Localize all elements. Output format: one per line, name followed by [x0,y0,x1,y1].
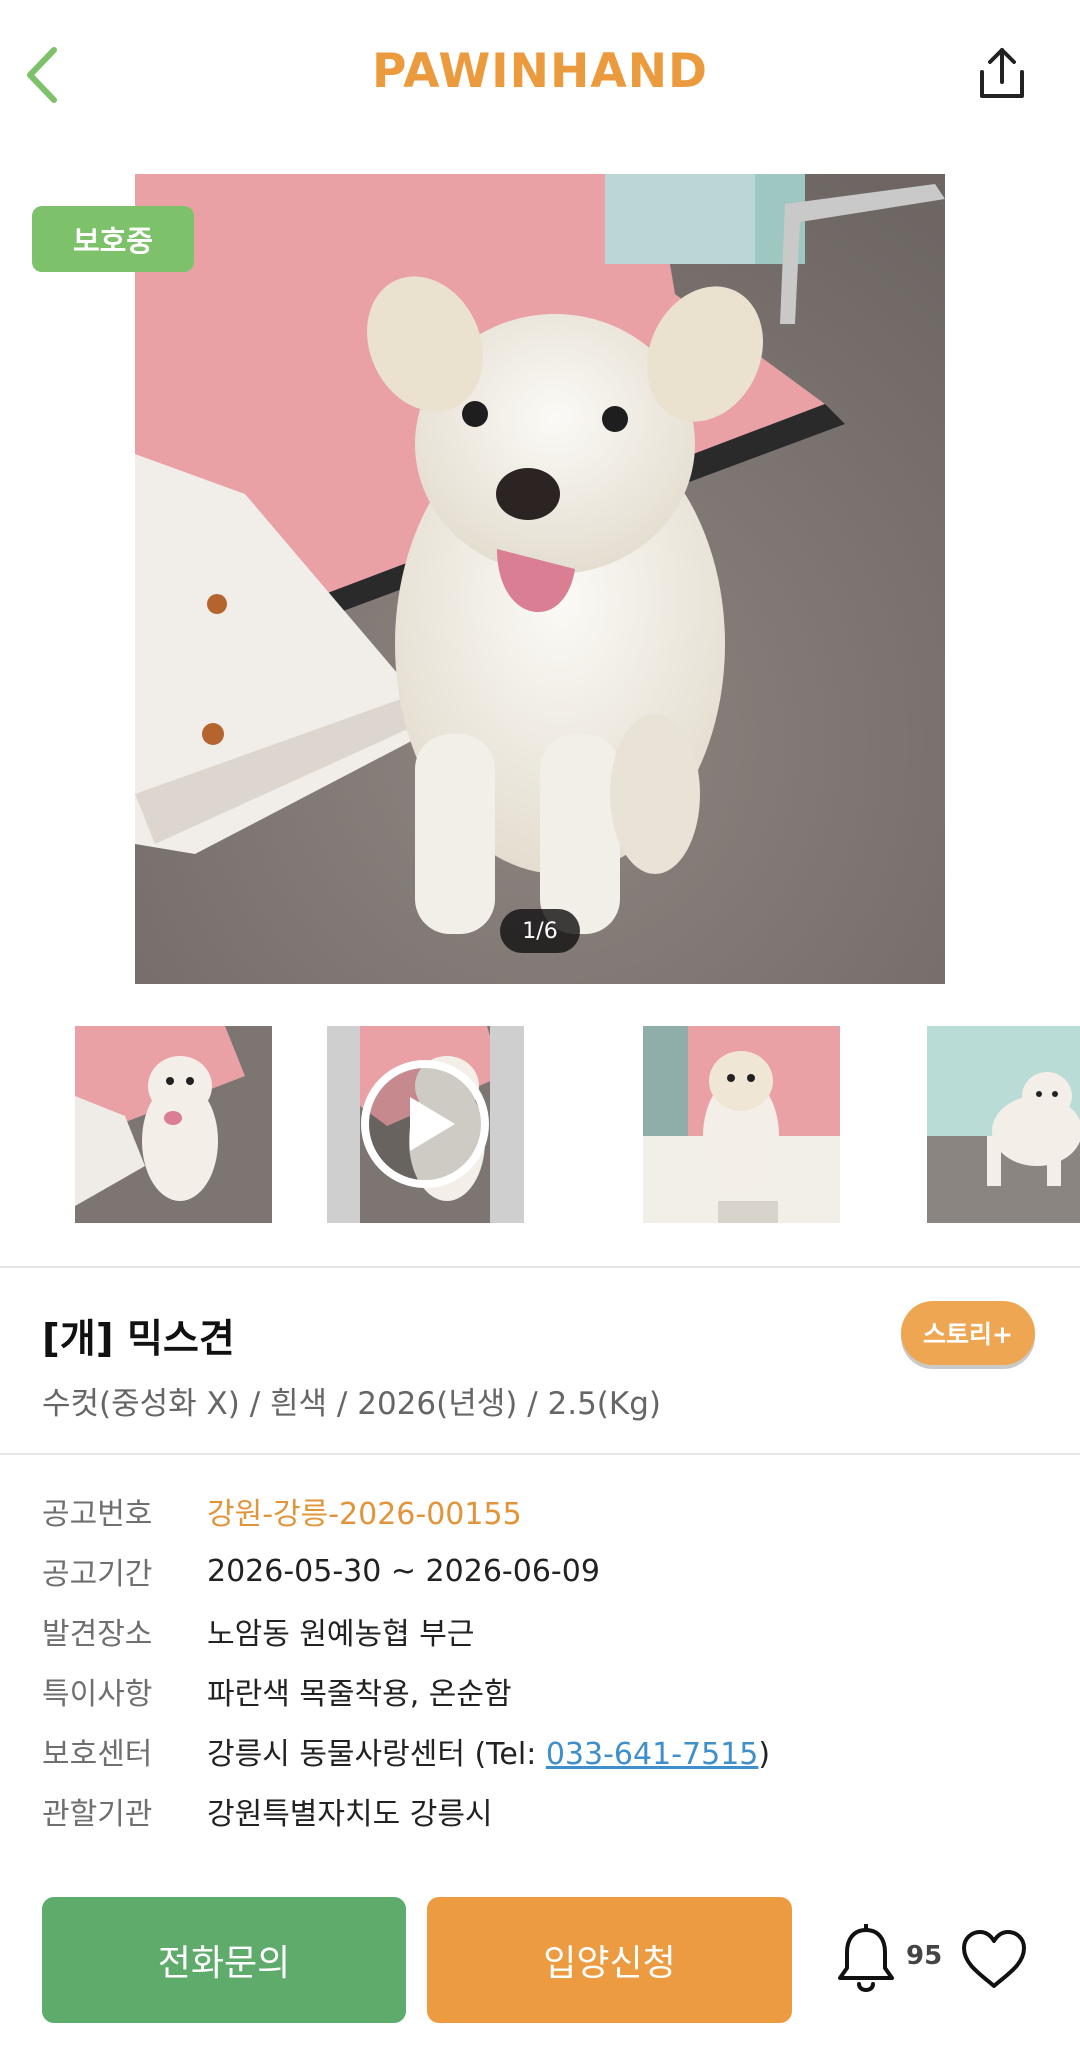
thumbnail-3[interactable] [643,1026,840,1223]
animal-title: [개] 믹스견 [42,1317,235,1362]
bell-count: 95 [906,1941,943,1971]
thumbnail-1[interactable] [75,1026,272,1223]
heart-icon[interactable] [960,1928,1028,1992]
info-row-notice-number: 공고번호 강원-강릉-2026-00155 [42,1486,522,1536]
info-label: 특이사항 [42,1677,153,1712]
info-label: 발견장소 [42,1617,153,1652]
info-row-found-location: 발견장소 노암동 원예농협 부근 [42,1606,474,1656]
thumbnail-2-video[interactable] [327,1026,524,1223]
app-header: PAWINHAND [0,0,1080,150]
thumbnail-4[interactable] [927,1026,1080,1223]
play-icon [361,1060,489,1188]
app-logo: PAWINHAND [371,44,709,99]
dog-photo [135,174,945,984]
info-row-shelter: 보호센터 강릉시 동물사랑센터 (Tel: 033-641-7515) [42,1726,770,1776]
info-value: 노암동 원예농협 부근 [207,1617,475,1652]
info-value: 강원-강릉-2026-00155 [207,1497,522,1532]
info-row-notice-period: 공고기간 2026-05-30 ~ 2026-06-09 [42,1546,600,1596]
thumbnail-image [927,1026,1080,1223]
info-value: 2026-05-30 ~ 2026-06-09 [207,1553,600,1589]
shelter-suffix: ) [758,1737,771,1772]
info-value: 강원특별자치도 강릉시 [207,1797,493,1832]
phone-link[interactable]: 033-641-7515 [546,1737,759,1772]
info-value: 강릉시 동물사랑센터 (Tel: 033-641-7515) [207,1729,770,1773]
thumbnail-image [75,1026,272,1223]
info-row-notes: 특이사항 파란색 목줄착용, 온순함 [42,1666,512,1716]
info-row-jurisdiction: 관할기관 강원특별자치도 강릉시 [42,1786,493,1836]
info-value: 파란색 목줄착용, 온순함 [207,1677,512,1712]
divider [0,1453,1080,1455]
info-label: 공고기간 [42,1557,153,1592]
call-inquiry-button[interactable]: 전화문의 [42,1897,406,2023]
info-label: 보호센터 [42,1737,153,1772]
info-label: 관할기관 [42,1797,153,1832]
shelter-name: 강릉시 동물사랑센터 (Tel: [207,1737,546,1772]
story-button[interactable]: 스토리+ [901,1301,1035,1365]
divider [0,1266,1080,1268]
share-icon[interactable] [972,44,1032,104]
animal-details: 수컷(중성화 X) / 흰색 / 2026(년생) / 2.5(Kg) [42,1386,661,1422]
photo-counter: 1/6 [500,909,580,953]
main-photo[interactable] [135,174,945,984]
info-label: 공고번호 [42,1497,153,1532]
status-badge: 보호중 [32,206,194,272]
adopt-request-button[interactable]: 입양신청 [427,1897,792,2023]
bell-icon[interactable] [835,1924,897,1996]
thumbnail-image [643,1026,840,1223]
